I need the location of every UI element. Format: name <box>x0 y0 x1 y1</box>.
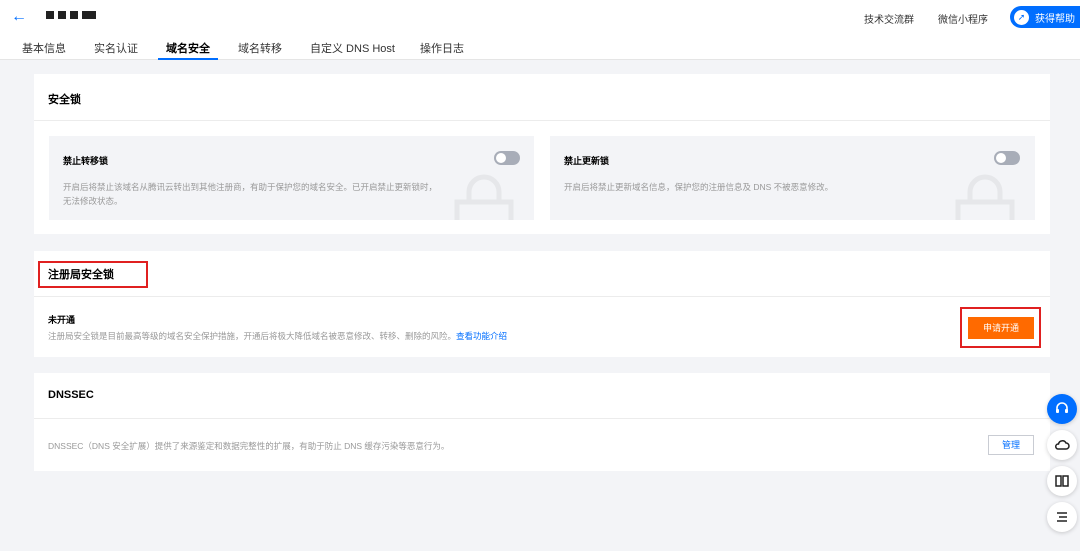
lock-watermark-icon <box>955 174 1015 220</box>
masked-domain-name <box>46 11 96 19</box>
list-icon <box>1057 512 1067 522</box>
dnssec-title: DNSSEC <box>48 389 94 401</box>
view-feature-intro-link[interactable]: 查看功能介绍 <box>456 331 507 341</box>
customer-service-button[interactable] <box>1047 394 1077 424</box>
transfer-lock-panel: 禁止转移锁 开启后将禁止该域名从腾讯云转出到其他注册商，有助于保护您的域名安全。… <box>49 136 534 220</box>
security-lock-title: 安全锁 <box>48 94 81 106</box>
back-arrow-icon[interactable]: ← <box>10 8 28 26</box>
lock-watermark-icon <box>454 174 514 220</box>
registry-lock-description: 注册局安全锁是目前最高等级的域名安全保护措施，开通后将极大降低域名被恶意修改、转… <box>48 330 507 342</box>
cloud-button[interactable] <box>1047 430 1077 460</box>
registry-lock-title: 注册局安全锁 <box>48 269 114 281</box>
transfer-lock-toggle[interactable] <box>494 151 520 165</box>
registry-lock-card: 注册局安全锁 未开通 注册局安全锁是目前最高等级的域名安全保护措施，开通后将极大… <box>34 251 1050 357</box>
update-lock-toggle[interactable] <box>994 151 1020 165</box>
security-lock-card: 安全锁 禁止转移锁 开启后将禁止该域名从腾讯云转出到其他注册商，有助于保护您的域… <box>34 74 1050 234</box>
dnssec-card: DNSSEC DNSSEC（DNS 安全扩展）提供了来源鉴定和数据完整性的扩展，… <box>34 373 1050 471</box>
tech-group-link[interactable]: 技术交流群 <box>864 11 914 26</box>
docs-button[interactable] <box>1047 466 1077 496</box>
book-icon <box>1055 475 1069 487</box>
divider <box>34 120 1050 121</box>
tab-basic-info[interactable]: 基本信息 <box>22 40 66 60</box>
transfer-lock-title: 禁止转移锁 <box>63 156 109 166</box>
compass-icon: ➚ <box>1014 9 1029 25</box>
registry-lock-description-text: 注册局安全锁是目前最高等级的域名安全保护措施，开通后将极大降低域名被恶意修改、转… <box>48 331 457 341</box>
update-lock-description: 开启后将禁止更新域名信息，保护您的注册信息及 DNS 不被恶意修改。 <box>564 182 834 192</box>
divider <box>34 418 1050 419</box>
registry-lock-status: 未开通 <box>48 315 76 325</box>
manage-button[interactable]: 管理 <box>988 435 1034 455</box>
get-help-label: 获得帮助 <box>1035 13 1075 25</box>
tab-operation-log[interactable]: 操作日志 <box>420 40 464 60</box>
tab-bar: 基本信息 实名认证 域名安全 域名转移 自定义 DNS Host 操作日志 <box>0 40 1080 60</box>
cloud-icon <box>1055 440 1070 450</box>
dnssec-description: DNSSEC（DNS 安全扩展）提供了来源鉴定和数据完整性的扩展，有助于防止 D… <box>48 441 450 451</box>
apply-button[interactable]: 申请开通 <box>968 317 1034 339</box>
get-help-button[interactable]: ➚ 获得帮助 <box>1010 6 1080 28</box>
menu-button[interactable] <box>1047 502 1077 532</box>
transfer-lock-description: 开启后将禁止该域名从腾讯云转出到其他注册商，有助于保护您的域名安全。已开启禁止更… <box>63 182 438 206</box>
divider <box>34 296 1050 297</box>
tab-domain-transfer[interactable]: 域名转移 <box>238 40 282 60</box>
update-lock-title: 禁止更新锁 <box>564 156 610 166</box>
tab-real-name[interactable]: 实名认证 <box>94 40 138 60</box>
top-bar: ← 技术交流群 微信小程序 ➚ 获得帮助 基本信息 实名认证 域名安全 域名转移… <box>0 0 1080 60</box>
headset-icon <box>1056 402 1068 413</box>
update-lock-panel: 禁止更新锁 开启后将禁止更新域名信息，保护您的注册信息及 DNS 不被恶意修改。 <box>550 136 1035 220</box>
tab-domain-security[interactable]: 域名安全 <box>158 40 218 60</box>
wechat-miniprogram-link[interactable]: 微信小程序 <box>938 11 988 26</box>
tab-custom-dns-host[interactable]: 自定义 DNS Host <box>310 40 395 60</box>
